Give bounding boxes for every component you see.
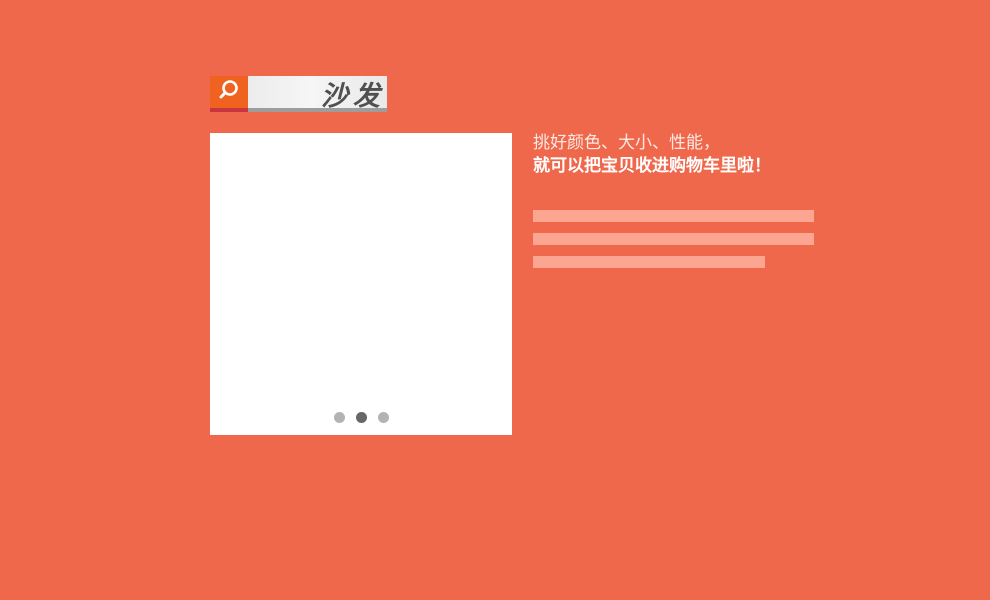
carousel-dot[interactable] <box>333 412 345 423</box>
product-image-panel[interactable] <box>210 133 512 435</box>
placeholder-bar <box>533 233 814 245</box>
placeholder-bar <box>533 210 814 222</box>
carousel-dot-active[interactable] <box>355 412 367 423</box>
instruction-line-1: 挑好颜色、大小、性能， <box>533 133 720 153</box>
carousel-dot[interactable] <box>377 412 389 423</box>
search-icon <box>217 78 241 106</box>
search-query-text: 沙发 <box>321 81 385 112</box>
search-input[interactable]: 沙发 <box>248 76 387 112</box>
instruction-copy: 挑好颜色、大小、性能， 就可以把宝贝收进购物车里啦！ <box>533 132 771 178</box>
carousel-dots <box>210 412 512 423</box>
search-button[interactable] <box>210 76 248 112</box>
instruction-line-2: 就可以把宝贝收进购物车里啦！ <box>533 156 771 176</box>
search-bar[interactable]: 沙发 <box>210 76 387 112</box>
text-placeholder-bars <box>533 210 814 279</box>
placeholder-bar <box>533 256 765 268</box>
